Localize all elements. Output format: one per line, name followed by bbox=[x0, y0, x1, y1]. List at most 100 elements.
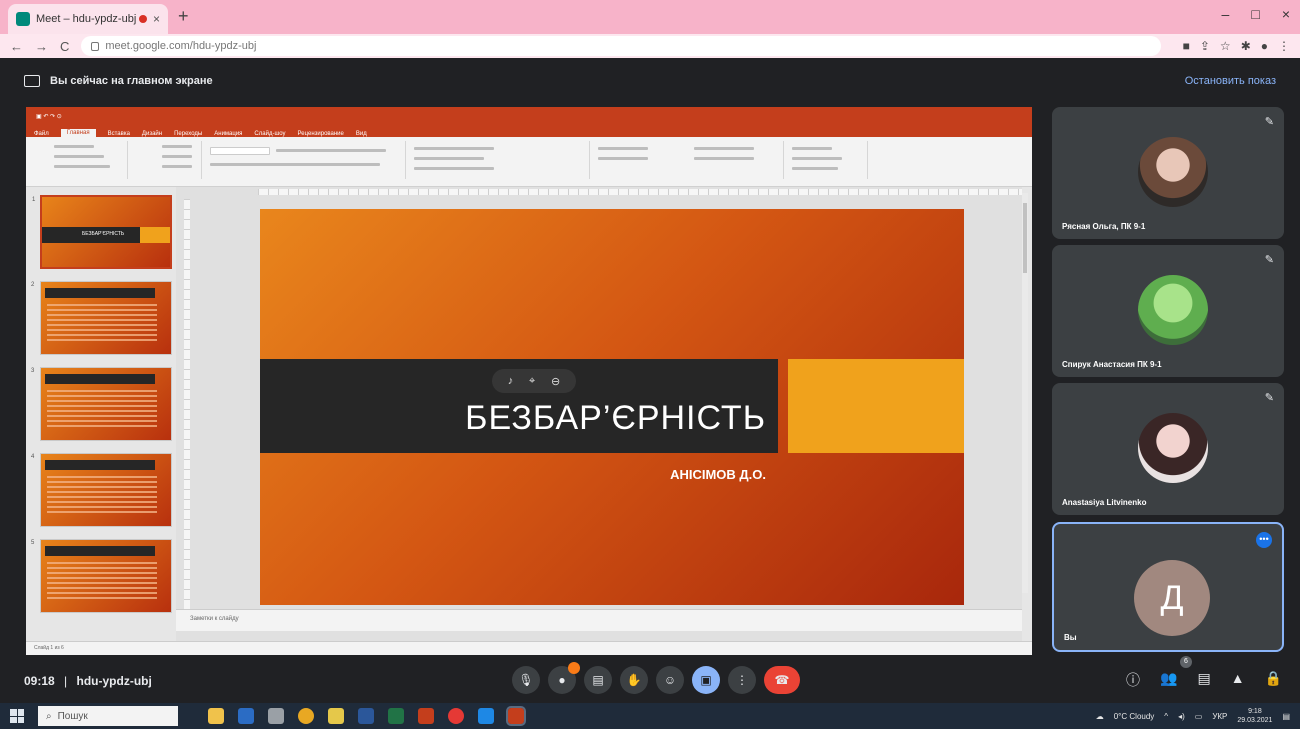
chevron-up-icon[interactable]: ^ bbox=[1164, 712, 1168, 721]
ppt-ribbon bbox=[26, 137, 1032, 187]
present-button[interactable]: ▣ bbox=[692, 666, 720, 694]
ribbon-group-drawing bbox=[594, 141, 784, 179]
notes-pane[interactable]: Заметки к слайду bbox=[176, 609, 1022, 631]
ribbon-group-slides bbox=[132, 141, 202, 179]
participant-video bbox=[1138, 137, 1208, 207]
more-options-icon[interactable]: ••• bbox=[1256, 532, 1272, 548]
file-explorer-icon[interactable] bbox=[208, 708, 224, 724]
ppt-quick-access: ▣ ↶ ↷ ⊙ bbox=[36, 113, 62, 120]
close-window-button[interactable]: × bbox=[1282, 6, 1290, 22]
call-controls: 🎙 ● ▤ ✋ ☺ ▣ ⋮ ☎ bbox=[512, 662, 800, 694]
browser-tab[interactable]: Meet – hdu-ypdz-ubj × bbox=[8, 4, 168, 34]
profile-icon[interactable]: ● bbox=[1261, 39, 1268, 53]
notifications-icon[interactable]: ▤ bbox=[1282, 712, 1290, 721]
tab-close-button[interactable]: × bbox=[153, 12, 160, 26]
self-tile[interactable]: ••• Д Вы bbox=[1052, 522, 1284, 652]
participant-tile[interactable]: ✎ Спирук Анастасия ПК 9-1 bbox=[1052, 245, 1284, 377]
powerpoint-active-icon[interactable] bbox=[506, 706, 526, 726]
ppt-titlebar: ▣ ↶ ↷ ⊙ bbox=[26, 107, 1032, 125]
taskbar-apps bbox=[208, 706, 526, 726]
mic-muted-icon[interactable]: ♪ bbox=[508, 375, 514, 387]
app-icon[interactable] bbox=[478, 708, 494, 724]
reload-button[interactable]: C bbox=[60, 39, 69, 54]
network-icon[interactable]: ▭ bbox=[1195, 712, 1203, 721]
activities-icon[interactable]: ▲ bbox=[1231, 670, 1245, 690]
people-icon[interactable]: 👥 bbox=[1160, 670, 1177, 690]
camera-permission-icon[interactable]: ■ bbox=[1183, 39, 1190, 53]
slide-thumbnail[interactable]: 3 bbox=[31, 367, 172, 441]
address-bar[interactable]: meet.google.com/hdu-ypdz-ubj bbox=[81, 36, 1162, 56]
ribbon-group-editing bbox=[788, 141, 868, 179]
app-icon[interactable] bbox=[238, 708, 254, 724]
side-panel-controls: ⓘ 👥 ▤ ▲ 🔒 bbox=[1126, 670, 1282, 690]
word-icon[interactable] bbox=[358, 708, 374, 724]
pin-icon[interactable]: ⌖ bbox=[529, 375, 535, 388]
stop-presenting-button[interactable]: Остановить показ bbox=[1185, 75, 1276, 87]
language-indicator[interactable]: УКР bbox=[1212, 712, 1227, 721]
more-options-button[interactable]: ⋮ bbox=[728, 666, 756, 694]
excel-icon[interactable] bbox=[388, 708, 404, 724]
volume-icon[interactable]: ◂) bbox=[1178, 712, 1185, 721]
camera-alert-icon bbox=[568, 662, 580, 674]
minimize-button[interactable]: – bbox=[1222, 6, 1230, 22]
slide-thumbnail[interactable]: 1 БЕЗБАР’ЄРНІСТЬ bbox=[32, 195, 172, 269]
menu-icon[interactable]: ⋮ bbox=[1278, 39, 1290, 53]
end-call-button[interactable]: ☎ bbox=[764, 666, 800, 694]
camera-control: ● bbox=[548, 662, 580, 694]
mic-button[interactable]: 🎙 bbox=[512, 666, 540, 694]
forward-button[interactable]: → bbox=[35, 39, 48, 54]
browser-toolbar: ← → C meet.google.com/hdu-ypdz-ubj ■ ⇪ ☆… bbox=[0, 34, 1300, 58]
mic-off-icon: ✎ bbox=[1264, 392, 1274, 404]
info-icon[interactable]: ⓘ bbox=[1126, 670, 1140, 690]
powerpoint-icon[interactable] bbox=[418, 708, 434, 724]
remove-icon[interactable]: ⊖ bbox=[551, 375, 560, 388]
slide-counter: Слайд 1 из 6 bbox=[34, 645, 64, 651]
notes-placeholder: Заметки к слайду bbox=[190, 616, 239, 622]
task-view-icon[interactable] bbox=[268, 708, 284, 724]
shared-screen: ▣ ↶ ↷ ⊙ Файл Главная Вставка Дизайн Пере… bbox=[26, 107, 1032, 655]
taskbar-clock[interactable]: 9:18 29.03.2021 bbox=[1237, 707, 1272, 725]
maximize-button[interactable]: □ bbox=[1251, 6, 1259, 22]
mic-icon: 🎙 bbox=[518, 673, 534, 687]
participant-video bbox=[1138, 413, 1208, 483]
taskbar-search[interactable]: ⌕ Пошук bbox=[38, 706, 178, 726]
emoji-icon: ☺ bbox=[663, 673, 677, 687]
participant-tile[interactable]: ✎ Anastasiya Litvinenko bbox=[1052, 383, 1284, 515]
current-slide[interactable]: ♪ ⌖ ⊖ БЕЗБАР’ЄРНІСТЬ АНІСІМОВ Д.О. bbox=[260, 209, 964, 605]
slide-thumbnail[interactable]: 2 bbox=[31, 281, 172, 355]
slide-thumbnails-pane: 1 БЕЗБАР’ЄРНІСТЬ 2 3 4 5 bbox=[26, 187, 176, 641]
participant-tile[interactable]: ✎ Рясная Ольга, ПК 9-1 bbox=[1052, 107, 1284, 239]
slide-scrollbar[interactable] bbox=[1022, 193, 1028, 593]
weather-icon[interactable]: ☁ bbox=[1096, 712, 1104, 721]
weather-text[interactable]: 0°C Cloudy bbox=[1114, 712, 1155, 721]
toolbar-extensions: ■ ⇪ ☆ ✱ ● ⋮ bbox=[1183, 39, 1290, 53]
extensions-icon[interactable]: ✱ bbox=[1241, 39, 1251, 53]
new-tab-button[interactable]: + bbox=[178, 6, 189, 27]
emoji-button[interactable]: ☺ bbox=[656, 666, 684, 694]
participant-video bbox=[1138, 275, 1208, 345]
ribbon-group-font bbox=[206, 141, 406, 179]
ppt-tab-active[interactable]: Главная bbox=[60, 129, 96, 137]
chrome-icon[interactable] bbox=[298, 708, 314, 724]
windows-start-icon[interactable] bbox=[10, 709, 24, 723]
slide-thumbnail[interactable]: 5 bbox=[31, 539, 172, 613]
slide-thumbnail[interactable]: 4 bbox=[31, 453, 172, 527]
opera-icon[interactable] bbox=[448, 708, 464, 724]
chat-icon[interactable]: ▤ bbox=[1197, 670, 1210, 690]
raise-hand-button[interactable]: ✋ bbox=[620, 666, 648, 694]
url-text: meet.google.com/hdu-ypdz-ubj bbox=[105, 40, 257, 52]
search-placeholder: Пошук bbox=[57, 710, 88, 722]
search-icon: ⌕ bbox=[46, 710, 52, 722]
presenting-message: Вы сейчас на главном экране bbox=[50, 75, 213, 87]
vertical-ruler bbox=[184, 199, 190, 609]
self-name: Вы bbox=[1064, 633, 1077, 642]
back-button[interactable]: ← bbox=[10, 39, 23, 54]
captions-button[interactable]: ▤ bbox=[584, 666, 612, 694]
meet-control-bar: 09:18 | hdu-ypdz-ubj 🎙 ● ▤ ✋ ☺ ▣ ⋮ ☎ ⓘ 👥… bbox=[0, 656, 1300, 702]
lock-icon[interactable]: 🔒 bbox=[1265, 670, 1282, 690]
bookmark-star-icon[interactable]: ☆ bbox=[1220, 39, 1231, 53]
window-controls: – □ × bbox=[1222, 6, 1290, 22]
folder-icon[interactable] bbox=[328, 708, 344, 724]
system-tray: ☁ 0°C Cloudy ^ ◂) ▭ УКР 9:18 29.03.2021 … bbox=[1096, 707, 1290, 725]
share-icon[interactable]: ⇪ bbox=[1200, 39, 1210, 53]
